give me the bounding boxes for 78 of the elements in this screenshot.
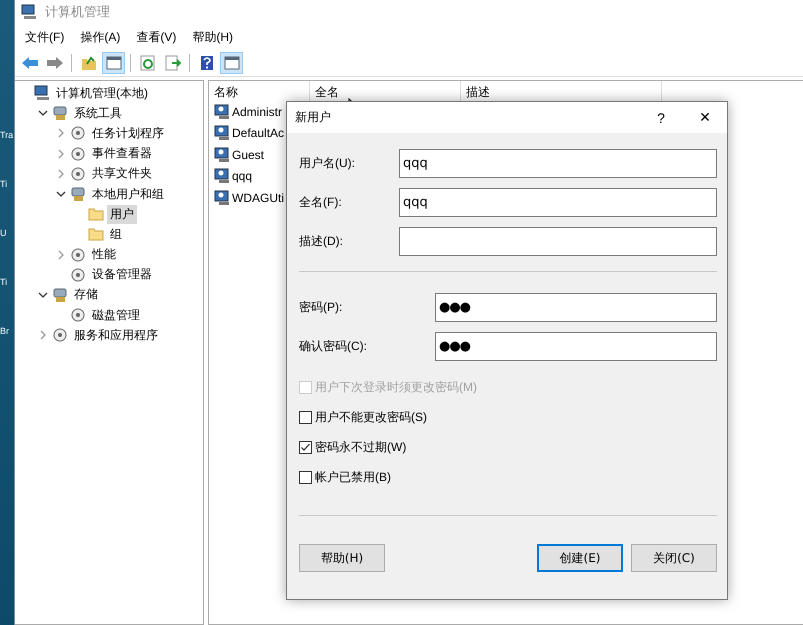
- export-list-icon: [164, 55, 180, 71]
- tree-item[interactable]: 性能: [89, 245, 119, 264]
- tree-item[interactable]: 磁盘管理: [89, 306, 143, 325]
- tree-item[interactable]: 任务计划程序: [89, 124, 167, 143]
- field-label: 确认密码(C):: [299, 338, 368, 355]
- folder-icon: [88, 207, 104, 222]
- folder-icon: [88, 227, 104, 242]
- user-icon: [214, 146, 230, 163]
- tree-item[interactable]: 用户: [107, 204, 137, 224]
- table-cell: WDAGUti: [232, 190, 284, 205]
- user-icon: [214, 104, 230, 120]
- desktop-icon-label: Tra: [0, 130, 14, 141]
- password-field[interactable]: ●●●: [435, 293, 717, 322]
- window-title: 计算机管理: [45, 3, 110, 21]
- table-cell: Administr: [232, 104, 282, 119]
- toolbar-button[interactable]: [102, 52, 125, 74]
- field-label: 全名(F):: [299, 194, 343, 211]
- field-label: 描述(D):: [299, 233, 344, 250]
- dialog-button[interactable]: 关闭(C): [631, 544, 717, 572]
- input-field[interactable]: qqq: [399, 149, 717, 178]
- user-icon: [214, 168, 230, 184]
- close-button[interactable]: ✕: [683, 102, 727, 133]
- back-arrow-icon: [20, 56, 38, 70]
- computer-icon: [21, 4, 37, 20]
- computer-icon: [34, 85, 50, 102]
- help-icon: [200, 55, 214, 71]
- toolbar-button[interactable]: [220, 52, 243, 74]
- chevron-right-icon[interactable]: [56, 128, 66, 138]
- tree-item[interactable]: 本地用户和组: [89, 184, 167, 204]
- refresh-icon: [140, 55, 156, 71]
- dialog-title: 新用户: [295, 109, 332, 126]
- pane-icon: [106, 56, 122, 70]
- desktop-icon-label: Br: [0, 326, 10, 337]
- desktop-icon-label: Ti: [0, 277, 8, 288]
- chevron-right-icon[interactable]: [38, 330, 48, 340]
- pane-icon: [224, 56, 240, 70]
- input-field[interactable]: qqq: [399, 188, 717, 217]
- tree-item[interactable]: 共享文件夹: [89, 164, 155, 184]
- checkbox-label: 用户不能更改密码(S): [315, 409, 427, 426]
- checkbox-label: 用户下次登录时须更改密码(M): [315, 379, 477, 396]
- tree-item[interactable]: 服务和应用程序: [71, 326, 161, 345]
- checkbox-label: 帐户已禁用(B): [315, 469, 391, 486]
- tree-item[interactable]: 设备管理器: [89, 265, 155, 284]
- input-field[interactable]: [399, 227, 717, 256]
- checkbox-label: 密码永不过期(W): [315, 439, 406, 456]
- dialog-button[interactable]: 创建(E): [537, 544, 623, 572]
- chevron-down-icon[interactable]: [38, 108, 48, 118]
- menu-item[interactable]: 操作(A): [80, 28, 120, 46]
- chevron-right-icon[interactable]: [56, 148, 66, 159]
- field-label: 密码(P):: [299, 299, 344, 316]
- help-button[interactable]: ?: [639, 102, 683, 133]
- dialog-button[interactable]: 帮助(H): [299, 544, 385, 572]
- forward-arrow-icon: [46, 56, 64, 70]
- chevron-down-icon[interactable]: [56, 189, 66, 200]
- folder-icon: [80, 55, 96, 71]
- chevron-down-icon[interactable]: [38, 290, 48, 300]
- tree-item[interactable]: 组: [107, 224, 125, 244]
- menu-item[interactable]: 帮助(H): [192, 28, 233, 46]
- tree-item[interactable]: 事件查看器: [89, 144, 155, 164]
- user-icon: [214, 125, 230, 142]
- desktop-icon-label: Ti: [0, 179, 8, 190]
- table-cell: Guest: [232, 148, 264, 162]
- chevron-right-icon[interactable]: [56, 168, 66, 179]
- desktop-icon-label: U: [0, 228, 8, 239]
- table-cell: qqq: [232, 169, 252, 184]
- field-label: 用户名(U):: [299, 155, 356, 172]
- checkbox[interactable]: [299, 471, 312, 484]
- tree-item[interactable]: 系统工具: [71, 104, 125, 123]
- chevron-right-icon[interactable]: [56, 250, 66, 260]
- menu-item[interactable]: 文件(F): [25, 28, 64, 46]
- password-field[interactable]: ●●●: [435, 332, 717, 361]
- checkbox[interactable]: [299, 441, 312, 454]
- user-icon: [214, 190, 230, 206]
- checkbox[interactable]: [299, 411, 312, 424]
- tree-item[interactable]: 计算机管理(本地): [53, 84, 151, 103]
- table-cell: DefaultAc: [232, 126, 284, 140]
- tree-item[interactable]: 存储: [71, 285, 101, 304]
- menu-item[interactable]: 查看(V): [136, 28, 176, 46]
